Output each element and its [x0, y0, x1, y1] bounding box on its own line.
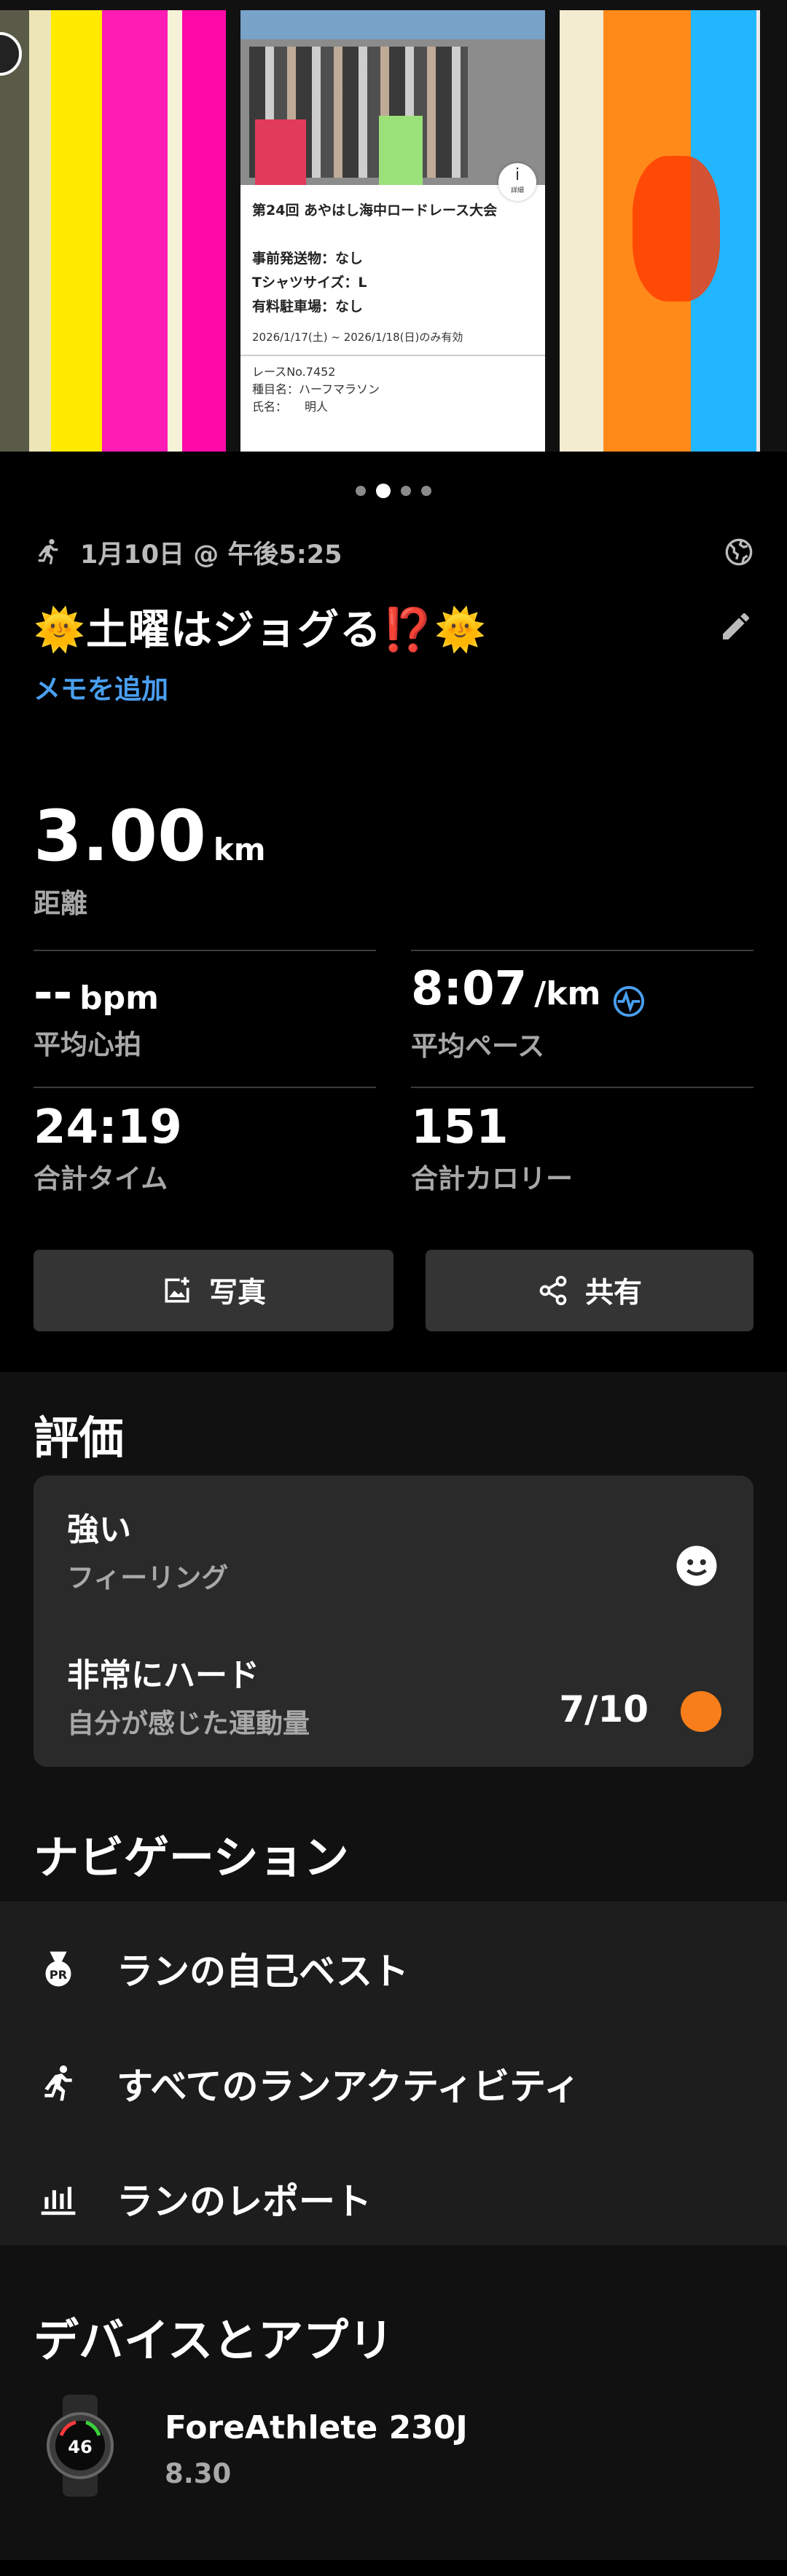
- activity-title-row: 🌞土曜はジョグる⁉️🌞: [34, 594, 753, 659]
- activity-meta: 1月10日 @ 午後5:25: [34, 535, 753, 570]
- effort-value: 非常にハード: [67, 1657, 259, 1694]
- pace-stat: 8:07/km 平均ペース: [411, 966, 646, 1063]
- time-value: 24:19: [34, 1100, 182, 1154]
- watch-face-number: 46: [68, 2437, 92, 2457]
- evaluation-title: 評価: [34, 1411, 125, 1465]
- time-label: 合計タイム: [34, 1163, 168, 1194]
- calories-value: 151: [411, 1100, 509, 1154]
- distance-stat: 3.00 km 距離: [34, 801, 266, 921]
- nav-item-label: ランのレポート: [117, 2181, 372, 2223]
- evaluation-card[interactable]: 強い フィーリング 非常にハード 自分が感じた運動量 7/10: [34, 1476, 753, 1767]
- devices-title: デバイスとアプリ: [34, 2314, 394, 2367]
- nav-item-label: ランの自己ベスト: [117, 1950, 409, 1993]
- heart-rate-label: 平均心拍: [34, 1029, 141, 1060]
- photo-race-ticket[interactable]: i 詳細 第24回 あやはし海中ロードレース大会 事前発送物：なし Tシャツサイズ…: [240, 10, 545, 452]
- time-stat: 24:19 合計タイム: [34, 1104, 182, 1196]
- device-name[interactable]: ForeAthlete 230J: [165, 2409, 468, 2446]
- nav-item-run-report[interactable]: ランのレポート: [0, 2148, 787, 2250]
- nav-item-label: すべてのランアクティビティ: [117, 2065, 580, 2108]
- share-icon: [539, 1275, 567, 1306]
- runner-image: [255, 119, 306, 185]
- pace-chart-icon[interactable]: [612, 985, 646, 1018]
- ticket-event: 種目名：ハーフマラソン: [252, 382, 380, 396]
- share-button[interactable]: 共有: [426, 1250, 753, 1331]
- effort-label: 自分が感じた運動量: [67, 1708, 310, 1739]
- ticket-line: Tシャツサイズ：L: [252, 275, 367, 291]
- add-memo-link[interactable]: メモを追加: [34, 667, 168, 706]
- distance-label: 距離: [34, 888, 87, 919]
- globe-icon[interactable]: [724, 537, 753, 567]
- activity-title: 🌞土曜はジョグる⁉️🌞: [34, 606, 487, 654]
- feeling-label: フィーリング: [67, 1562, 229, 1594]
- heart-rate-stat: -- bpm 平均心拍: [34, 970, 159, 1062]
- ticket-name: 氏名： 明人: [252, 400, 329, 414]
- divider: [411, 950, 753, 951]
- pace-label: 平均ペース: [411, 1030, 545, 1062]
- photo-kites[interactable]: [560, 10, 787, 452]
- share-button-label: 共有: [584, 1277, 642, 1309]
- carousel-pagination[interactable]: [0, 484, 787, 498]
- ticket-race-no: レースNo.7452: [252, 365, 336, 379]
- svg-text:PR: PR: [50, 1968, 68, 1982]
- ticket-validity: 2026/1/17(土) ~ 2026/1/18(日)のみ有効: [252, 331, 463, 344]
- ticket-line: 有料駐車場：なし: [252, 299, 364, 315]
- feeling-item[interactable]: 強い フィーリング: [67, 1503, 228, 1595]
- photo-button-label: 写真: [208, 1277, 266, 1309]
- distance-unit: km: [213, 832, 266, 867]
- calories-label: 合計カロリー: [411, 1163, 573, 1194]
- effort-item[interactable]: 非常にハード 自分が感じた運動量: [67, 1649, 310, 1741]
- effort-score: 7/10: [559, 1688, 649, 1730]
- info-label: 詳細: [510, 187, 524, 194]
- kite-shape: [633, 156, 720, 302]
- activity-date: 1月10日 @ 午後5:25: [80, 540, 342, 570]
- photo-runners: [240, 10, 545, 185]
- nav-item-personal-records[interactable]: PR ランの自己ベスト: [0, 1918, 787, 2020]
- photo-map[interactable]: [0, 10, 226, 452]
- divider: [34, 950, 376, 951]
- add-photo-icon: [165, 1277, 189, 1303]
- add-photo-button[interactable]: 写真: [34, 1250, 394, 1331]
- distance-value: 3.00: [34, 795, 206, 877]
- nav-item-all-runs[interactable]: すべてのランアクティビティ: [0, 2033, 787, 2135]
- smile-face-icon: [676, 1545, 717, 1586]
- pr-medal-icon: PR: [45, 1951, 71, 1987]
- runner-icon: [44, 2065, 72, 2101]
- watch-icon[interactable]: 46: [44, 2395, 117, 2497]
- navigation-title: ナビゲーション: [34, 1831, 349, 1884]
- feeling-value: 強い: [67, 1511, 131, 1548]
- bottom-edge: [0, 2560, 787, 2576]
- runner-image: [379, 116, 423, 185]
- race-ticket-card: 第24回 あやはし海中ロードレース大会 事前発送物：なし Tシャツサイズ：L 有…: [240, 200, 545, 416]
- ticket-line: 事前発送物：なし: [252, 251, 364, 267]
- runner-icon: [38, 539, 58, 564]
- ticket-divider: [240, 355, 545, 356]
- page-dot-active[interactable]: [376, 484, 391, 498]
- heart-rate-value: --: [34, 966, 73, 1020]
- calories-stat: 151 合計カロリー: [411, 1104, 573, 1196]
- divider: [411, 1087, 753, 1088]
- page-dot[interactable]: [421, 486, 431, 496]
- pace-value: 8:07: [411, 962, 528, 1016]
- devices-section: デバイスとアプリ 46 ForeAthlete 230J 8.30: [0, 2245, 787, 2576]
- bar-chart-icon: [41, 2186, 76, 2215]
- page-dot[interactable]: [401, 486, 411, 496]
- heart-rate-unit: bpm: [79, 980, 159, 1017]
- divider: [34, 1087, 376, 1088]
- pace-unit: /km: [534, 975, 601, 1012]
- device-version: 8.30: [165, 2458, 232, 2489]
- map-button[interactable]: [0, 32, 22, 76]
- info-icon[interactable]: i 詳細: [498, 163, 536, 201]
- race-title: 第24回 あやはし海中ロードレース大会: [252, 202, 498, 218]
- effort-indicator-dot: [681, 1691, 721, 1732]
- photo-carousel[interactable]: i 詳細 第24回 あやはし海中ロードレース大会 事前発送物：なし Tシャツサイズ…: [0, 0, 787, 452]
- navigation-list: PR ランの自己ベスト すべてのランアクティビティ ランのレポート: [0, 1902, 787, 2245]
- page-dot[interactable]: [356, 486, 366, 496]
- edit-pencil-icon[interactable]: [719, 609, 753, 644]
